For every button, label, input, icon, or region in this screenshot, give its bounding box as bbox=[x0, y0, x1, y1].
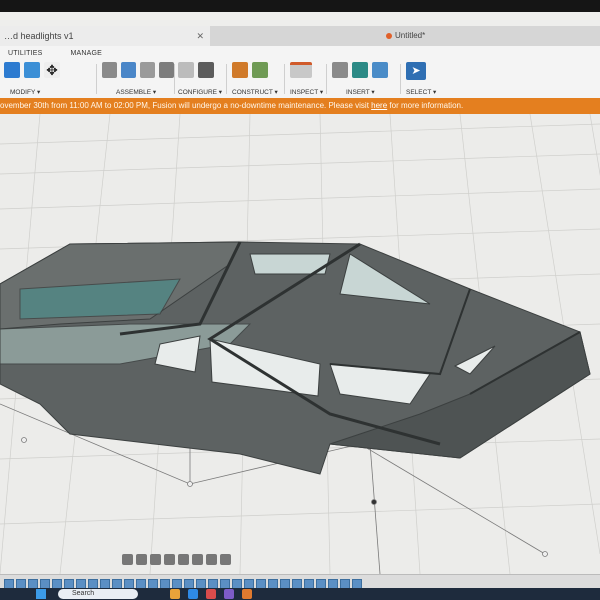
document-tab-strip: …d headlights v1 ✕ Untitled* bbox=[0, 26, 600, 46]
select-icon[interactable]: ➤ bbox=[406, 62, 426, 80]
toolbar-divider bbox=[96, 64, 97, 94]
insert-group: INSERT ▾ bbox=[332, 62, 398, 96]
banner-link[interactable]: here bbox=[371, 101, 387, 110]
windows-start-icon[interactable] bbox=[36, 589, 46, 599]
chrome-icon[interactable] bbox=[206, 589, 216, 599]
taskbar-apps bbox=[170, 589, 252, 599]
toolbar-divider bbox=[326, 64, 327, 94]
cybertruck-body bbox=[0, 241, 591, 475]
document-tab-title: …d headlights v1 bbox=[4, 31, 74, 41]
table-icon[interactable] bbox=[198, 62, 214, 78]
zoom-icon[interactable] bbox=[164, 553, 175, 565]
configure-group: CONFIGURE ▾ bbox=[178, 62, 224, 96]
toolbar-divider bbox=[174, 64, 175, 94]
banner-suffix: for more information. bbox=[387, 101, 464, 110]
insert-derive-icon[interactable] bbox=[332, 62, 348, 78]
insert-menu[interactable]: INSERT ▾ bbox=[346, 88, 375, 96]
select-menu[interactable]: SELECT ▾ bbox=[406, 88, 436, 96]
construct-group: CONSTRUCT ▾ bbox=[232, 62, 280, 96]
navigation-bar bbox=[122, 550, 231, 568]
orbit-icon[interactable] bbox=[122, 553, 133, 565]
display-settings-icon[interactable] bbox=[192, 553, 203, 565]
tab-utilities[interactable]: UTILITIES bbox=[8, 50, 42, 57]
zoom-window-icon[interactable] bbox=[178, 553, 189, 565]
unsaved-icon bbox=[386, 32, 392, 39]
ribbon-tabs: UTILITIES MANAGE bbox=[8, 50, 128, 57]
banner-text: ovember 30th from 11:00 AM to 02:00 PM, … bbox=[0, 101, 372, 110]
new-component-icon[interactable] bbox=[102, 62, 117, 78]
grid-settings-icon[interactable] bbox=[206, 553, 217, 565]
inspect-menu[interactable]: INSPECT ▾ bbox=[290, 88, 323, 96]
close-icon[interactable]: ✕ bbox=[196, 26, 204, 46]
look-at-icon[interactable] bbox=[136, 553, 147, 565]
file-explorer-icon[interactable] bbox=[170, 589, 180, 599]
assemble-menu[interactable]: ASSEMBLE ▾ bbox=[116, 88, 156, 96]
maintenance-banner: ovember 30th from 11:00 AM to 02:00 PM, … bbox=[0, 98, 600, 114]
assemble-group: ASSEMBLE ▾ bbox=[102, 62, 174, 96]
modify-group: ✥ MODIFY ▾ bbox=[4, 62, 68, 96]
measure-icon[interactable] bbox=[290, 62, 312, 78]
toolbar-divider bbox=[226, 64, 227, 94]
rigid-group-icon[interactable] bbox=[159, 62, 174, 78]
teams-icon[interactable] bbox=[224, 589, 234, 599]
insert-canvas-icon[interactable] bbox=[372, 62, 388, 78]
move-icon[interactable]: ✥ bbox=[44, 62, 60, 78]
press-pull-icon[interactable] bbox=[4, 62, 20, 78]
as-built-joint-icon[interactable] bbox=[140, 62, 155, 78]
fillet-icon[interactable] bbox=[24, 62, 40, 78]
select-group: ➤ SELECT ▾ bbox=[406, 62, 442, 96]
ribbon-toolbar: UTILITIES MANAGE ✥ MODIFY ▾ ASSEMBLE ▾ C… bbox=[0, 46, 600, 99]
inspect-group: INSPECT ▾ bbox=[290, 62, 326, 96]
document-tab[interactable]: …d headlights v1 ✕ bbox=[0, 26, 210, 46]
taskbar-search[interactable]: Search bbox=[58, 589, 138, 599]
tab-manage[interactable]: MANAGE bbox=[70, 50, 102, 57]
3d-viewport[interactable] bbox=[0, 113, 600, 575]
pan-icon[interactable] bbox=[150, 553, 161, 565]
offset-plane-icon[interactable] bbox=[232, 62, 248, 78]
untitled-document-tab[interactable]: Untitled* bbox=[386, 26, 425, 46]
search-label: Search bbox=[72, 590, 95, 597]
fusion-window: …d headlights v1 ✕ Untitled* UTILITIES M… bbox=[0, 12, 600, 600]
modify-menu[interactable]: MODIFY ▾ bbox=[10, 88, 40, 96]
fusion-app-icon[interactable] bbox=[242, 589, 252, 599]
untitled-tab-label: Untitled* bbox=[395, 31, 426, 40]
viewport-scene bbox=[0, 113, 600, 575]
toolbar-divider bbox=[400, 64, 401, 94]
joint-icon[interactable] bbox=[121, 62, 136, 78]
configure-icon[interactable] bbox=[178, 62, 194, 78]
construct-menu[interactable]: CONSTRUCT ▾ bbox=[232, 88, 278, 96]
toolbar-divider bbox=[284, 64, 285, 94]
windows-taskbar: Search bbox=[0, 588, 600, 600]
edge-icon[interactable] bbox=[188, 589, 198, 599]
insert-mesh-icon[interactable] bbox=[352, 62, 368, 78]
midplane-icon[interactable] bbox=[252, 62, 268, 78]
configure-menu[interactable]: CONFIGURE ▾ bbox=[178, 88, 222, 96]
viewports-icon[interactable] bbox=[220, 553, 231, 565]
